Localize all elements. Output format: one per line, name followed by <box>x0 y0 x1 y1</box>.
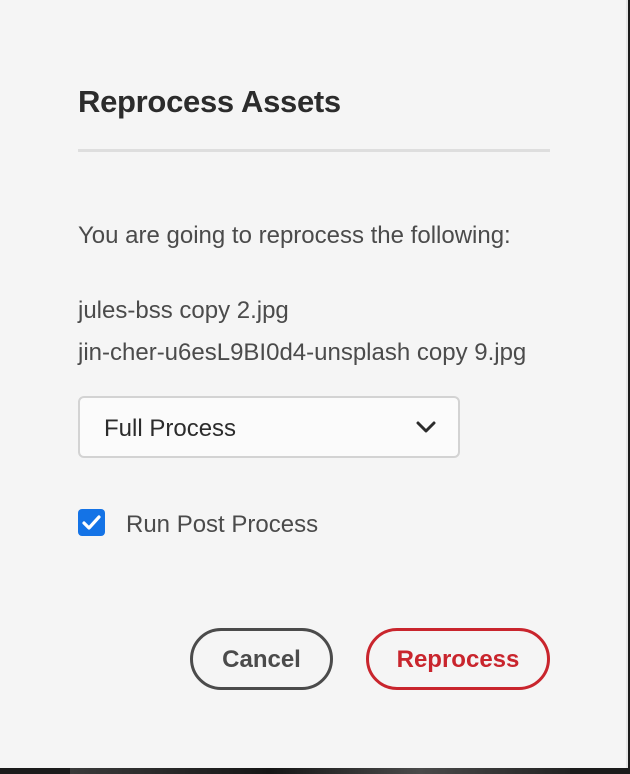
title-divider <box>78 149 550 152</box>
dialog-intro-text: You are going to reprocess the following… <box>78 222 511 249</box>
asset-list: jules-bss copy 2.jpg jin-cher-u6esL9BI0d… <box>78 290 526 374</box>
reprocess-dialog: Reprocess Assets You are going to reproc… <box>0 0 628 768</box>
chevron-down-icon <box>416 419 436 435</box>
reprocess-button[interactable]: Reprocess <box>366 628 550 690</box>
dialog-title: Reprocess Assets <box>78 84 341 119</box>
process-type-value: Full Process <box>104 415 237 442</box>
run-post-process-checkbox[interactable] <box>78 509 105 536</box>
asset-list-item: jules-bss copy 2.jpg <box>78 297 289 324</box>
process-type-select[interactable]: Full Process <box>78 396 460 458</box>
run-post-process-label: Run Post Process <box>126 511 319 538</box>
cancel-button[interactable]: Cancel <box>190 628 333 690</box>
asset-list-item: jin-cher-u6esL9BI0d4-unsplash copy 9.jpg <box>78 339 527 366</box>
checkmark-icon <box>82 515 101 530</box>
